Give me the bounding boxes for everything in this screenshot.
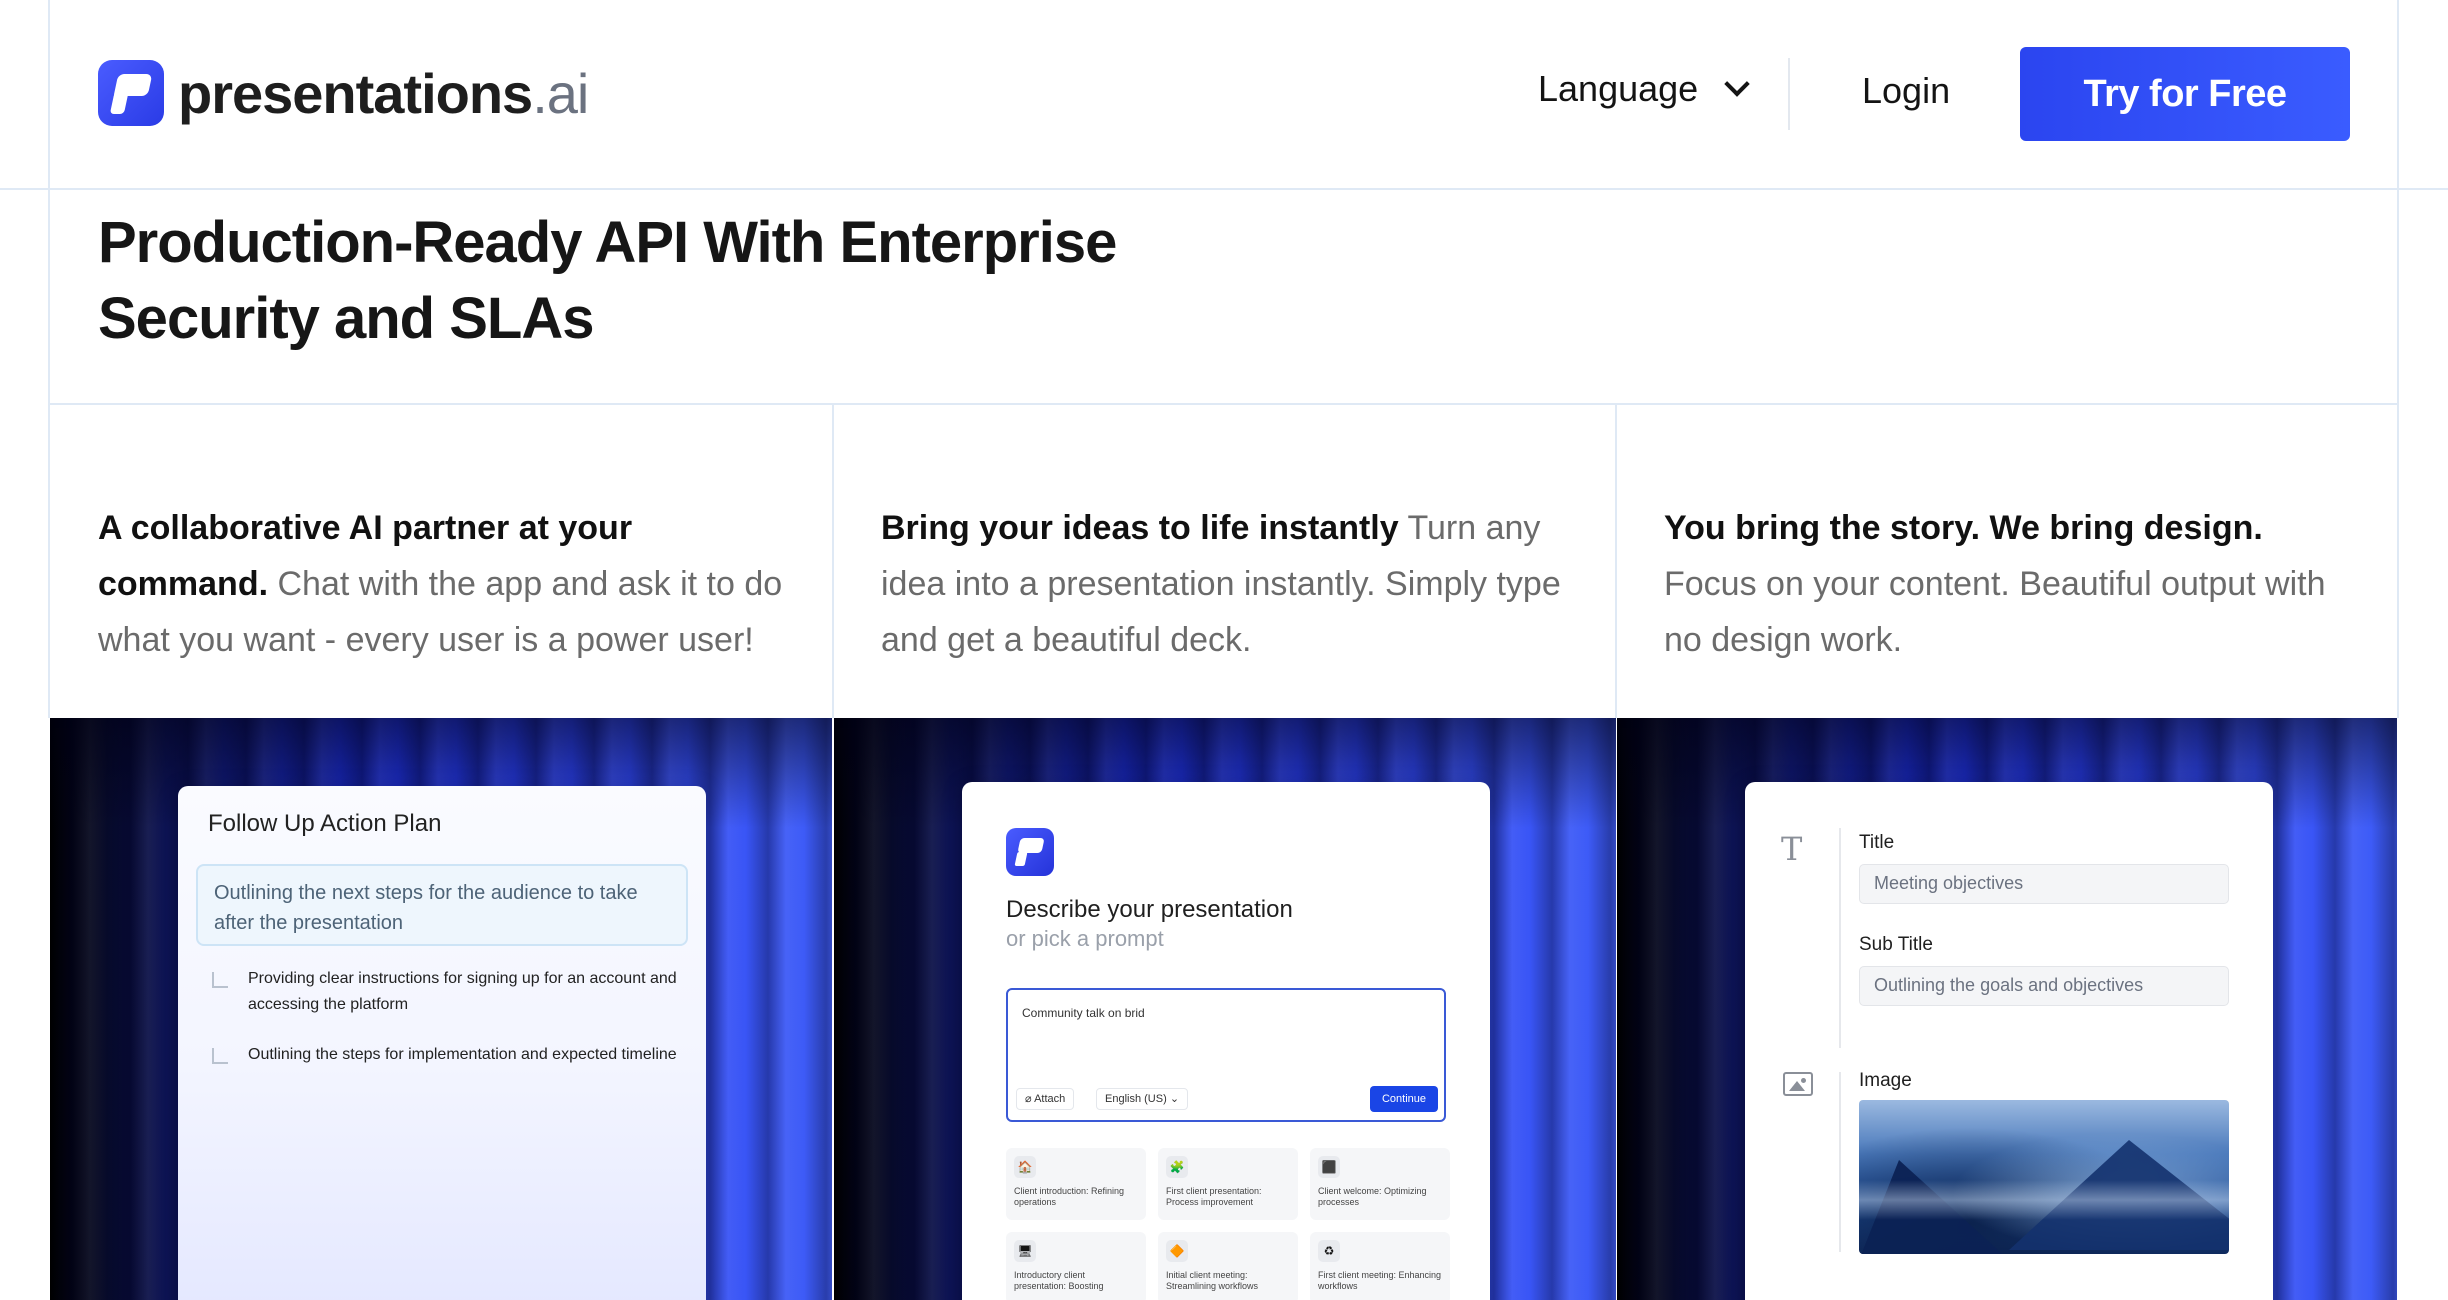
prompt-subheading: or pick a prompt xyxy=(1006,926,1164,951)
action-plan-item[interactable]: Outlining the steps for implementation a… xyxy=(210,1042,680,1068)
try-for-free-button[interactable]: Try for Free xyxy=(2020,47,2350,141)
prompt-suggestion[interactable]: 🖥 Introductory client presentation: Boost… xyxy=(1006,1232,1146,1300)
language-select[interactable]: English (US) ⌄ xyxy=(1096,1088,1189,1110)
page-title-line: Security and SLAs xyxy=(98,286,594,351)
language-label: Language xyxy=(1538,68,1699,109)
prompt-suggestion-text: Client welcome: Optimizing processes xyxy=(1318,1186,1427,1207)
attach-button[interactable]: ⌀ Attach xyxy=(1016,1088,1075,1110)
site-header: presentations.ai Language Login Try for … xyxy=(0,0,2448,190)
page: presentations.ai Language Login Try for … xyxy=(0,0,2448,1300)
app-logo-icon xyxy=(1006,828,1054,876)
title-field-label: Title xyxy=(1859,832,1895,853)
panel-prompt-preview: Describe your presentation or pick a pro… xyxy=(834,718,1616,1300)
feature-design: You bring the story. We bring design. Fo… xyxy=(1664,500,2344,668)
column-divider xyxy=(1615,403,1617,718)
recycle-icon: ♻ xyxy=(1318,1240,1340,1262)
divider xyxy=(1839,828,1841,1048)
image-icon xyxy=(1783,1072,1813,1096)
prompt-suggestion[interactable]: 🧩 First client presentation: Process impr… xyxy=(1158,1148,1298,1220)
subtitle-field[interactable]: Outlining the goals and objectives xyxy=(1859,966,2229,1006)
text-icon: T xyxy=(1781,830,1803,868)
action-plan-item-text: Outlining the steps for implementation a… xyxy=(248,1046,677,1063)
action-plan-highlight[interactable]: Outlining the next steps for the audienc… xyxy=(196,864,688,946)
section-divider xyxy=(48,403,2399,405)
action-plan-item[interactable]: Providing clear instructions for signing… xyxy=(210,966,680,1018)
language-select-value: English (US) xyxy=(1105,1093,1167,1105)
login-link[interactable]: Login xyxy=(1862,70,1950,112)
attach-label: Attach xyxy=(1034,1093,1066,1105)
chevron-down-icon: ⌄ xyxy=(1169,1093,1180,1105)
monitor-icon: 🖥 xyxy=(1014,1240,1036,1262)
title-field[interactable]: Meeting objectives xyxy=(1859,864,2229,904)
prompt-suggestion-text: First client meeting: Enhancing workflow… xyxy=(1318,1270,1442,1291)
prompt-heading: Describe your presentation xyxy=(1006,896,1293,923)
feature-body: Focus on your content. Beautiful output … xyxy=(1664,565,2326,659)
square-icon: ⬛ xyxy=(1318,1156,1340,1178)
prompt-suggestion[interactable]: 🔶 Initial client meeting: Streamlining wo… xyxy=(1158,1232,1298,1300)
chevron-down-icon xyxy=(1724,71,1750,97)
prompt-suggestion-text: Introductory client presentation: Boosti… xyxy=(1014,1270,1104,1291)
mist-shape xyxy=(1859,1180,2229,1220)
divider xyxy=(1839,1072,1841,1252)
column-divider xyxy=(832,403,834,718)
page-title-line: Production-Ready API With Enterprise xyxy=(98,210,1117,275)
landscape-image[interactable] xyxy=(1859,1100,2229,1254)
action-plan-title: Follow Up Action Plan xyxy=(208,810,442,837)
logo-text: presentations.ai xyxy=(178,61,589,125)
image-field-label: Image xyxy=(1859,1070,1912,1091)
diamond-icon: 🔶 xyxy=(1166,1240,1188,1262)
prompt-input-value: Community talk on brid xyxy=(1022,1006,1145,1020)
logo-link[interactable]: presentations.ai xyxy=(98,60,589,126)
feature-collaborative: A collaborative AI partner at your comma… xyxy=(98,500,798,668)
prompt-suggestion[interactable]: ⬛ Client welcome: Optimizing processes xyxy=(1310,1148,1450,1220)
prompt-suggestion-text: First client presentation: Process impro… xyxy=(1166,1186,1262,1207)
prompt-input[interactable]: Community talk on brid ⌀ Attach English … xyxy=(1006,988,1446,1122)
action-plan-item-text: Providing clear instructions for signing… xyxy=(248,970,677,1013)
reply-arrow-icon xyxy=(212,972,228,988)
home-icon: 🏠 xyxy=(1014,1156,1036,1178)
prompt-suggestion[interactable]: 🏠 Client introduction: Refining operation… xyxy=(1006,1148,1146,1220)
slide-editor-card: T Title Meeting objectives Sub Title Out… xyxy=(1745,782,2273,1300)
subtitle-field-label: Sub Title xyxy=(1859,934,1933,955)
panel-chat-preview: Follow Up Action Plan Outlining the next… xyxy=(50,718,832,1300)
panel-editor-preview: T Title Meeting objectives Sub Title Out… xyxy=(1617,718,2397,1300)
action-plan-card: Follow Up Action Plan Outlining the next… xyxy=(178,786,706,1300)
paperclip-icon: ⌀ xyxy=(1025,1093,1032,1105)
reply-arrow-icon xyxy=(212,1048,228,1064)
nav-divider xyxy=(1788,58,1790,130)
language-dropdown[interactable]: Language xyxy=(1538,68,1750,110)
prompt-suggestion[interactable]: ♻ First client meeting: Enhancing workflo… xyxy=(1310,1232,1450,1300)
feature-heading: You bring the story. We bring design. xyxy=(1664,509,2263,547)
prompt-suggestion-text: Client introduction: Refining operations xyxy=(1014,1186,1125,1207)
feature-instant: Bring your ideas to life instantly Turn … xyxy=(881,500,1581,668)
puzzle-icon: 🧩 xyxy=(1166,1156,1188,1178)
logo-icon xyxy=(98,60,164,126)
prompt-card: Describe your presentation or pick a pro… xyxy=(962,782,1490,1300)
prompt-suggestions: 🏠 Client introduction: Refining operation… xyxy=(1006,1148,1450,1300)
prompt-suggestion-text: Initial client meeting: Streamlining wor… xyxy=(1166,1270,1259,1291)
page-title: Production-Ready API With Enterprise Sec… xyxy=(98,205,1218,357)
continue-button[interactable]: Continue xyxy=(1370,1086,1438,1112)
feature-heading: Bring your ideas to life instantly xyxy=(881,509,1399,547)
